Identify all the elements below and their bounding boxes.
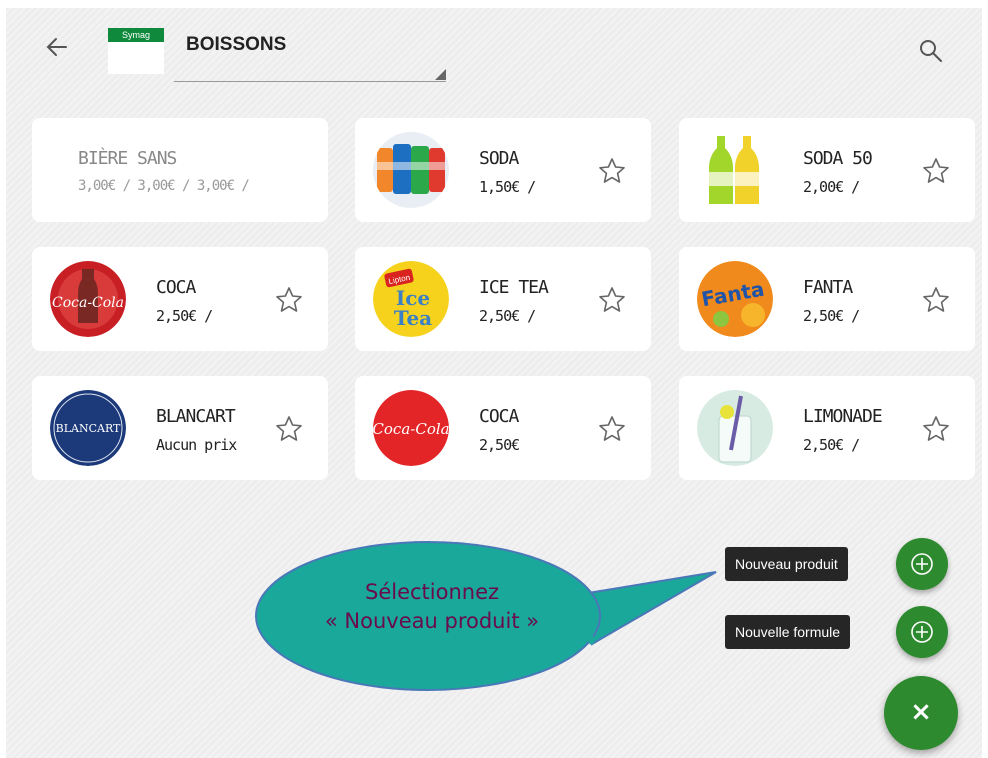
star-outline-icon[interactable]	[597, 285, 627, 315]
top-bar: Symag BOISSONS	[6, 8, 982, 98]
category-dropdown[interactable]: BOISSONS	[174, 30, 446, 82]
product-name: LIMONADE	[803, 406, 883, 427]
lipton-ice-tea-logo: Lipton Ice Tea	[373, 261, 449, 337]
product-name: ICE TEA	[479, 277, 549, 298]
product-card[interactable]: BLANCART BLANCART Aucun prix	[32, 376, 328, 480]
new-formula-tooltip[interactable]: Nouvelle formule	[725, 615, 851, 649]
product-name: COCA	[156, 277, 196, 298]
product-name: BIÈRE SANS	[78, 148, 177, 169]
star-outline-icon[interactable]	[921, 414, 951, 444]
product-card[interactable]: Lipton Ice Tea ICE TEA 2,50€ /	[355, 247, 651, 351]
symag-logo: Symag	[108, 28, 164, 74]
product-card[interactable]: SODA 50 2,00€ /	[679, 118, 975, 222]
product-card[interactable]: SODA 1,50€ /	[355, 118, 651, 222]
coca-cola-logo: Coca-Cola	[373, 390, 449, 466]
product-price: 2,50€ /	[479, 307, 536, 325]
plus-circle-icon	[911, 553, 933, 575]
star-outline-icon[interactable]	[274, 414, 304, 444]
product-name: FANTA	[803, 277, 853, 298]
category-label: BOISSONS	[186, 34, 287, 55]
product-card[interactable]: Coca-Cola COCA 2,50€	[355, 376, 651, 480]
star-outline-icon[interactable]	[274, 285, 304, 315]
star-outline-icon[interactable]	[597, 156, 627, 186]
soda-cans-image	[373, 132, 449, 208]
product-name: SODA 50	[803, 148, 873, 169]
star-outline-icon[interactable]	[921, 156, 951, 186]
product-price: 2,50€ /	[803, 307, 860, 325]
product-price: 1,50€ /	[479, 178, 536, 196]
new-product-tooltip[interactable]: Nouveau produit	[725, 547, 848, 581]
plus-circle-icon	[911, 621, 933, 643]
callout-line-2: « Nouveau produit »	[324, 609, 540, 633]
fanta-logo: Fanta	[697, 261, 773, 337]
close-icon: ×	[910, 697, 932, 727]
close-fab-button[interactable]: ×	[884, 676, 958, 750]
logo-tea-text: Tea	[394, 306, 432, 330]
coca-cola-bottle-image: Coca-Cola	[50, 261, 126, 337]
blancart-logo: BLANCART	[50, 390, 126, 466]
product-price: 2,50€ /	[156, 307, 213, 325]
product-card[interactable]: Coca-Cola COCA 2,50€ /	[32, 247, 328, 351]
back-arrow-icon[interactable]	[42, 32, 72, 62]
new-product-button[interactable]	[896, 538, 948, 590]
callout-text: Sélectionnez « Nouveau produit »	[282, 578, 582, 636]
search-icon[interactable]	[916, 36, 946, 66]
star-outline-icon[interactable]	[921, 285, 951, 315]
product-price: 2,00€ /	[803, 178, 860, 196]
product-card[interactable]: BIÈRE SANS 3,00€ / 3,00€ / 3,00€ /	[32, 118, 328, 222]
product-price: 2,50€	[479, 436, 520, 454]
lemonade-glass-image	[697, 390, 773, 466]
product-name: BLANCART	[156, 406, 236, 427]
dropdown-triangle-icon	[435, 69, 446, 80]
product-price: Aucun prix	[156, 436, 237, 454]
product-price: 3,00€ / 3,00€ / 3,00€ /	[78, 178, 250, 194]
soda-bottles-image	[697, 132, 773, 208]
logo-text: Symag	[108, 28, 164, 42]
product-price: 2,50€ /	[803, 436, 860, 454]
callout-line-1: Sélectionnez	[364, 580, 500, 604]
product-card[interactable]: Fanta FANTA 2,50€ /	[679, 247, 975, 351]
svg-text:Coca-Cola: Coca-Cola	[52, 295, 124, 311]
star-outline-icon[interactable]	[597, 414, 627, 444]
logo-coca-cola-text: Coca-Cola	[373, 420, 449, 438]
logo-blancart-text: BLANCART	[56, 422, 121, 435]
product-name: COCA	[479, 406, 519, 427]
product-name: SODA	[479, 148, 519, 169]
new-formula-button[interactable]	[896, 606, 948, 658]
product-card[interactable]: LIMONADE 2,50€ /	[679, 376, 975, 480]
